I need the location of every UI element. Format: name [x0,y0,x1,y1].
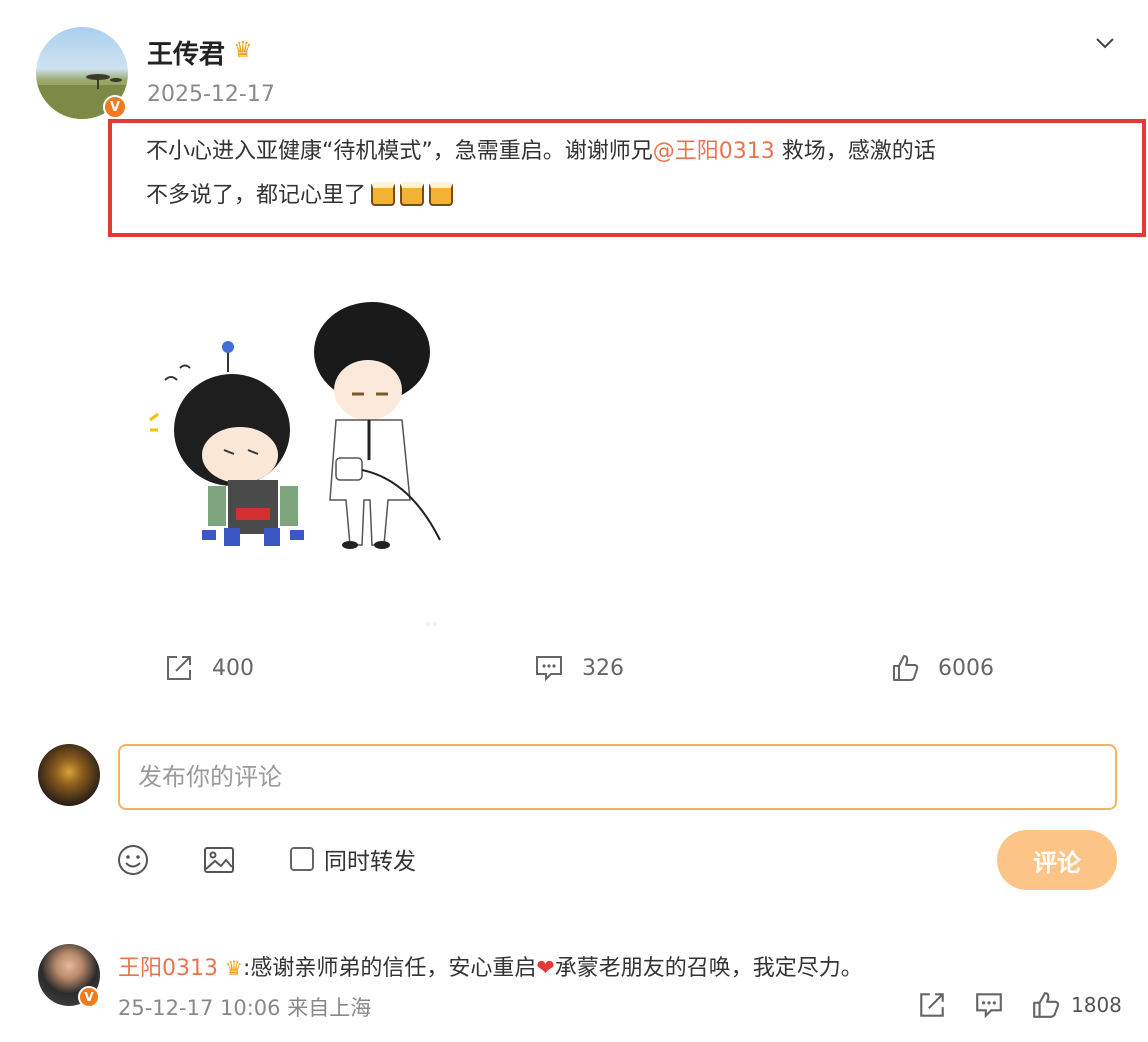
crown-icon: ♛ [225,956,243,980]
like-count: 6006 [938,655,994,681]
verified-badge-icon: V [103,95,127,119]
image-mark-icon: ◦◦ [425,618,438,631]
my-avatar[interactable] [38,744,100,806]
reply-text-part: :感谢亲师弟的信任，安心重启 [242,956,537,981]
beer-icon [400,182,425,206]
post-text-part: 不多说了，都记心里了 [146,183,367,208]
reply-repost-icon[interactable] [917,990,947,1020]
crown-icon: ♛ [233,38,253,63]
reply-like-count: 1808 [1071,993,1122,1017]
emoji-icon[interactable] [116,843,150,877]
repost-button[interactable]: 400 [164,652,254,684]
repost-checkbox[interactable] [290,847,314,871]
reply-text: 王阳0313 ♛:感谢亲师弟的信任，安心重启❤承蒙老朋友的召唤，我定尽力。 [118,950,863,982]
like-button[interactable]: 6006 [890,652,994,684]
reply-author-name[interactable]: 王阳0313 [118,956,218,981]
post-text-part: 不小心进入亚健康“待机模式”，急需重启。谢谢师兄 [146,139,653,164]
author-name[interactable]: 王传君 [147,34,225,71]
reply-comment-icon[interactable] [974,990,1004,1020]
image-icon[interactable] [202,843,236,877]
post-date[interactable]: 2025-12-17 [147,82,275,107]
comment-count: 326 [582,655,624,681]
verified-badge-icon: V [78,986,100,1008]
comment-icon [536,656,562,682]
also-repost-toggle[interactable]: 同时转发 [290,843,416,875]
chevron-down-icon[interactable] [1094,32,1116,54]
mention-link[interactable]: @王阳0313 [653,139,775,164]
post-text: 不小心进入亚健康“待机模式”，急需重启。谢谢师兄@王阳0313 救场，感激的话 … [146,130,1126,218]
repost-count: 400 [212,655,254,681]
beer-icon [429,182,454,206]
beer-icon [371,182,396,206]
reply-text-part: 承蒙老朋友的召唤，我定尽力。 [554,956,863,981]
post-text-part: 救场，感激的话 [774,139,936,164]
repost-label: 同时转发 [324,849,416,875]
post-image[interactable] [140,290,460,570]
reply-like-icon[interactable] [1031,990,1061,1020]
heart-icon: ❤ [536,956,555,981]
submit-comment-button[interactable]: 评论 [997,830,1117,890]
comment-button[interactable]: 326 [534,652,624,684]
like-icon [893,655,919,681]
repost-icon [167,656,191,680]
reply-meta: 25-12-17 10:06 来自上海 [118,996,372,1020]
comment-input[interactable] [118,744,1117,810]
